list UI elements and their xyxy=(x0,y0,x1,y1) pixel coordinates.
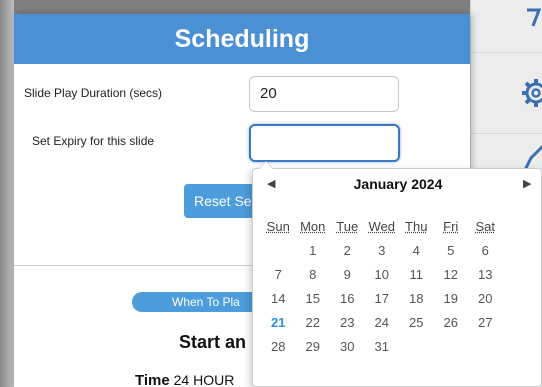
day-cell[interactable]: 2 xyxy=(330,239,365,263)
time-label: Time xyxy=(135,372,170,387)
weekday-header-row: Sun Mon Tue Wed Thu Fri Sat xyxy=(261,215,503,239)
weekday-header: Mon xyxy=(300,219,326,234)
next-month-icon[interactable]: ▶ xyxy=(523,177,531,190)
window-frame-top xyxy=(0,0,542,14)
gear-icon[interactable] xyxy=(521,78,542,108)
slide-duration-input[interactable]: 20 xyxy=(249,76,399,112)
day-cell[interactable]: 25 xyxy=(399,311,434,335)
day-cell[interactable]: 21 xyxy=(261,311,296,335)
empty-day-cell xyxy=(399,335,434,359)
day-cell[interactable]: 13 xyxy=(468,263,503,287)
week-row: 28 29 30 31 xyxy=(261,335,503,359)
datepicker-month-title: January 2024 xyxy=(353,176,443,192)
day-cell[interactable]: 6 xyxy=(468,239,503,263)
slide-duration-label: Slide Play Duration (secs) xyxy=(24,86,163,100)
day-cell[interactable]: 24 xyxy=(365,311,400,335)
day-cell[interactable]: 1 xyxy=(296,239,331,263)
empty-day-cell xyxy=(434,335,469,359)
day-cell[interactable]: 20 xyxy=(468,287,503,311)
day-cell[interactable]: 27 xyxy=(468,311,503,335)
week-row: 21 22 23 24 25 26 27 xyxy=(261,311,503,335)
week-row: 7 8 9 10 11 12 13 xyxy=(261,263,503,287)
time-value: 24 HOUR xyxy=(173,372,235,387)
weekday-header: Tue xyxy=(336,219,359,234)
empty-day-cell xyxy=(468,335,503,359)
day-cell[interactable]: 10 xyxy=(365,263,400,287)
day-cell[interactable]: 14 xyxy=(261,287,296,311)
weekday-header: Sat xyxy=(475,219,495,234)
day-cell[interactable]: 4 xyxy=(399,239,434,263)
day-cell[interactable]: 18 xyxy=(399,287,434,311)
day-cell[interactable]: 29 xyxy=(296,335,331,359)
day-cell[interactable]: 26 xyxy=(434,311,469,335)
day-cell[interactable]: 15 xyxy=(296,287,331,311)
window-frame-left xyxy=(0,0,14,387)
page-title: Scheduling xyxy=(14,14,470,64)
weekday-header: Fri xyxy=(443,219,459,234)
weekday-header: Sun xyxy=(266,219,290,234)
week-row: 123456 xyxy=(261,239,503,263)
start-section-title: Start an xyxy=(179,332,247,352)
time-row: Time 24 HOUR xyxy=(135,372,234,387)
datepicker: ◀ January 2024 ▶ Sun Mon Tue Wed Thu Fri Sat 1 2… xyxy=(252,161,542,387)
day-cell[interactable]: 17 xyxy=(365,287,400,311)
day-cell[interactable]: 31 xyxy=(365,335,400,359)
expiry-date-input[interactable] xyxy=(249,124,400,162)
sidebar-separator xyxy=(471,133,542,134)
day-cell[interactable]: 28 xyxy=(261,335,296,359)
day-cell[interactable]: 11 xyxy=(399,263,434,287)
datepicker-grid: Sun Mon Tue Wed Thu Fri Sat 1 2 3 4 5 6 7 8 9 10 11 12 13 14… xyxy=(261,215,503,359)
day-cell[interactable]: 22 xyxy=(296,311,331,335)
datepicker-caret xyxy=(258,161,274,169)
day-cell[interactable]: 8 xyxy=(296,263,331,287)
day-cell[interactable]: 7 xyxy=(261,263,296,287)
empty-day-cell xyxy=(261,239,296,263)
day-cell[interactable]: 3 xyxy=(365,239,400,263)
day-cell[interactable]: 30 xyxy=(330,335,365,359)
week-row: 14 15 16 17 18 19 20 xyxy=(261,287,503,311)
weekday-header: Thu xyxy=(405,219,428,234)
chevron-icon[interactable] xyxy=(521,8,542,38)
day-cell[interactable]: 5 xyxy=(434,239,469,263)
day-cell[interactable]: 23 xyxy=(330,311,365,335)
day-cell[interactable]: 19 xyxy=(434,287,469,311)
expiry-label: Set Expiry for this slide xyxy=(32,134,155,148)
day-cell[interactable]: 12 xyxy=(434,263,469,287)
day-cell[interactable]: 9 xyxy=(330,263,365,287)
day-cell[interactable]: 16 xyxy=(330,287,365,311)
sidebar-separator xyxy=(471,52,542,53)
weekday-header: Wed xyxy=(368,219,396,234)
